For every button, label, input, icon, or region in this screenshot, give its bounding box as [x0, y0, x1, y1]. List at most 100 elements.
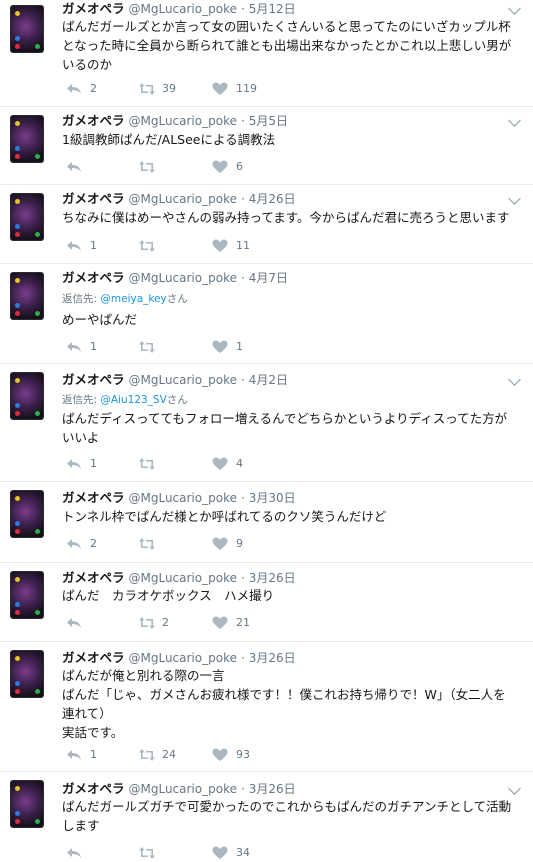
tweet[interactable]: ガメオペラ @MgLucario_poke · 3月26日 ぱんだガールズガチで… [0, 772, 533, 862]
reply-icon [67, 342, 81, 352]
handle[interactable]: @MgLucario_poke [129, 491, 237, 505]
retweet-count: 39 [162, 82, 176, 95]
reply-icon [67, 750, 81, 760]
retweet-icon [139, 161, 155, 173]
chevron-down-icon[interactable] [508, 192, 521, 205]
avatar[interactable] [10, 115, 44, 163]
display-name[interactable]: ガメオペラ [62, 781, 125, 796]
reply-count: 1 [90, 340, 97, 353]
tweet-text-line: ぱんだディスっててもフォロー増えるんでどちらかというよりディスってた方が [62, 411, 508, 426]
tweet-date[interactable]: 4月2日 [249, 373, 288, 387]
tweet-text-line: します [62, 818, 100, 833]
tweet-date[interactable]: 3月26日 [249, 571, 296, 585]
heart-icon [212, 160, 228, 173]
tweet-header: ガメオペラ @MgLucario_poke · 4月2日 [62, 371, 288, 389]
tweet-text: ぱんだガールズとか言って女の囲いたくさんいると思ってたのにいざカップル杯 となっ… [62, 17, 522, 74]
tweet[interactable]: ガメオペラ @MgLucario_poke · 4月2日 返信先: @Aiu12… [0, 364, 533, 482]
retweet-icon [139, 749, 155, 761]
avatar[interactable] [10, 193, 44, 241]
display-name[interactable]: ガメオペラ [62, 650, 125, 665]
tweet-text-line: ぱんだガールズとか言って女の囲いたくさんいると思ってたのにいざカップル杯 [62, 19, 511, 34]
tweet-text-line: ぱんだガールズガチで可愛かったのでこれからもぱんだのガチアンチとして活動 [62, 799, 512, 814]
tweet-text-line: めーやぱんだ [62, 312, 138, 327]
retweet-icon [139, 617, 155, 629]
separator: · [240, 571, 245, 585]
avatar[interactable] [10, 490, 44, 538]
avatar[interactable] [10, 780, 44, 828]
chevron-down-icon[interactable] [508, 373, 521, 386]
avatar[interactable] [10, 272, 44, 320]
avatar[interactable] [10, 5, 44, 53]
handle[interactable]: @MgLucario_poke [129, 782, 237, 796]
tweet-date[interactable]: 5月5日 [249, 114, 288, 128]
display-name[interactable]: ガメオペラ [62, 191, 125, 206]
tweet-text: トンネル枠でぱんだ様とか呼ばれてるのクソ笑うんだけど [62, 507, 522, 526]
avatar[interactable] [10, 571, 44, 619]
chevron-down-icon[interactable] [508, 2, 521, 15]
display-name[interactable]: ガメオペラ [62, 372, 125, 387]
reply-count: 1 [90, 239, 97, 252]
tweet-text-line: トンネル枠でぱんだ様とか呼ばれてるのクソ笑うんだけど [62, 509, 387, 524]
like-count: 6 [236, 160, 243, 173]
chevron-down-icon[interactable] [508, 782, 521, 795]
tweet[interactable]: ガメオペラ @MgLucario_poke · 5月5日 1級調教師ぱんだ/AL… [0, 107, 533, 185]
tweet-text: ぱんだ カラオケボックス ハメ撮り [62, 586, 522, 605]
tweet-date[interactable]: 3月26日 [249, 782, 296, 796]
handle[interactable]: @MgLucario_poke [129, 2, 237, 16]
separator: · [240, 271, 245, 285]
tweet-text: ぱんだディスっててもフォロー増えるんでどちらかというよりディスってた方が いいよ [62, 409, 522, 447]
reply-label: 返信先: [62, 293, 101, 305]
tweet[interactable]: ガメオペラ @MgLucario_poke · 4月7日 返信先: @meiya… [0, 264, 533, 364]
reply-icon [67, 162, 81, 172]
avatar[interactable] [10, 650, 44, 698]
retweet-icon [139, 538, 155, 550]
tweet[interactable]: ガメオペラ @MgLucario_poke · 3月26日 ぱんだが俺と別れる際… [0, 642, 533, 772]
tweet[interactable]: ガメオペラ @MgLucario_poke · 3月26日 ぱんだ カラオケボッ… [0, 563, 533, 642]
heart-icon [212, 82, 228, 95]
tweet-text-line: ぱんだが俺と別れる際の一言 [62, 668, 225, 683]
reply-mention-link[interactable]: @Aiu123_SV [100, 394, 166, 406]
reply-icon [67, 618, 81, 628]
handle[interactable]: @MgLucario_poke [129, 114, 237, 128]
display-name[interactable]: ガメオペラ [62, 570, 125, 585]
display-name[interactable]: ガメオペラ [62, 270, 125, 285]
tweet-text: ちなみに僕はめーやさんの弱み持ってます。今からぱんだ君に売ろうと思います [62, 208, 522, 227]
tweet-date[interactable]: 4月26日 [249, 192, 296, 206]
handle[interactable]: @MgLucario_poke [129, 571, 237, 585]
chevron-down-icon[interactable] [508, 114, 521, 127]
display-name[interactable]: ガメオペラ [62, 113, 125, 128]
tweet[interactable]: ガメオペラ @MgLucario_poke · 4月26日 ちなみに僕はめーやさ… [0, 185, 533, 264]
separator: · [240, 192, 245, 206]
display-name[interactable]: ガメオペラ [62, 490, 125, 505]
tweet-text-line: ぱんだ カラオケボックス ハメ撮り [62, 588, 275, 603]
like-count: 1 [236, 340, 243, 353]
tweet-date[interactable]: 3月26日 [249, 651, 296, 665]
reply-count: 1 [90, 748, 97, 761]
tweet-date[interactable]: 5月12日 [249, 2, 296, 16]
like-count: 34 [236, 846, 250, 859]
handle[interactable]: @MgLucario_poke [129, 271, 237, 285]
tweet-date[interactable]: 4月7日 [249, 271, 288, 285]
handle[interactable]: @MgLucario_poke [129, 373, 237, 387]
retweet-count: 2 [162, 616, 169, 629]
tweet[interactable]: ガメオペラ @MgLucario_poke · 5月12日 ぱんだガールズとか言… [0, 0, 533, 107]
tweet-date[interactable]: 3月30日 [249, 491, 296, 505]
tweet-text-line: いるのか [62, 57, 113, 72]
reply-mention-link[interactable]: @meiya_key [100, 293, 166, 305]
display-name[interactable]: ガメオペラ [62, 1, 125, 16]
like-count: 11 [236, 239, 250, 252]
like-count: 9 [236, 537, 243, 550]
tweet[interactable]: ガメオペラ @MgLucario_poke · 3月30日 トンネル枠でぱんだ様… [0, 482, 533, 563]
handle[interactable]: @MgLucario_poke [129, 651, 237, 665]
retweet-count: 24 [162, 748, 176, 761]
separator: · [240, 491, 245, 505]
tweet-header: ガメオペラ @MgLucario_poke · 5月5日 [62, 112, 288, 130]
reply-icon [67, 241, 81, 251]
handle[interactable]: @MgLucario_poke [129, 192, 237, 206]
reply-icon [67, 539, 81, 549]
tweet-header: ガメオペラ @MgLucario_poke · 3月30日 [62, 489, 296, 507]
reply-suffix: さん [166, 293, 188, 305]
avatar[interactable] [10, 372, 44, 420]
reply-context: 返信先: @meiya_keyさん [62, 291, 188, 306]
reply-icon [67, 459, 81, 469]
